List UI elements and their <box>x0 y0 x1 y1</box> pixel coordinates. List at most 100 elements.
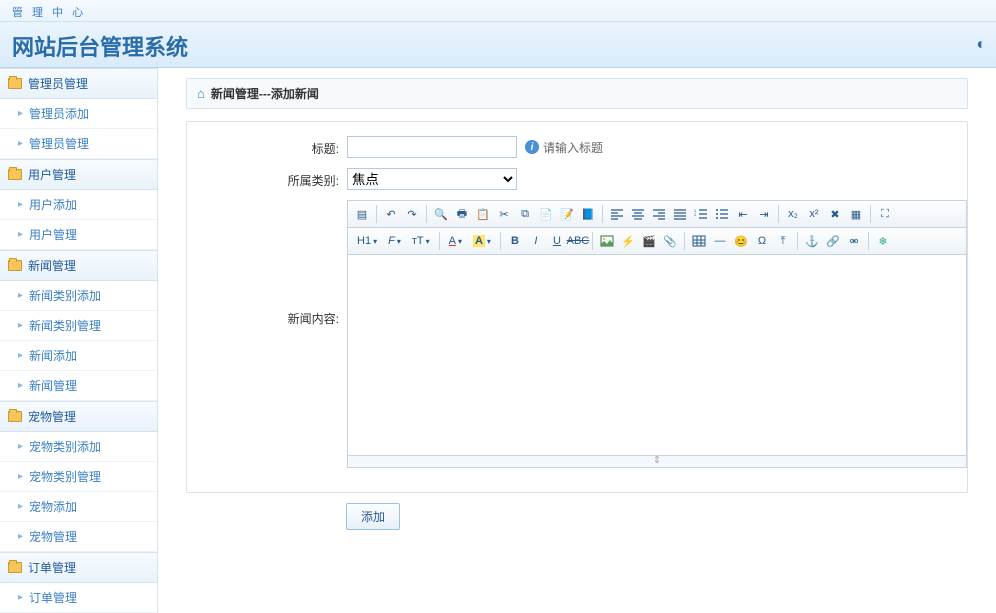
breadcrumb: ⌂ 新闻管理---添加新闻 <box>186 78 968 109</box>
folder-icon <box>8 562 22 573</box>
font-size-select[interactable]: тT▾ <box>407 233 435 249</box>
anchor-icon[interactable]: ⚓ <box>802 231 822 251</box>
breadcrumb-text: 新闻管理---添加新闻 <box>211 85 319 102</box>
clear-format-icon[interactable]: ✖ <box>825 204 845 224</box>
sidebar-item-news-cat-add[interactable]: ▸ 新闻类别添加 <box>0 281 157 311</box>
heading-select[interactable]: H1▾ <box>352 233 382 249</box>
sidebar-item-pet-add[interactable]: ▸宠物添加 <box>0 492 157 522</box>
unordered-list-icon[interactable] <box>712 204 732 224</box>
select-all-icon[interactable]: ▦ <box>846 204 866 224</box>
sidebar-item-label: 新闻类别添加 <box>29 287 101 304</box>
sidebar-item-admin-add[interactable]: ▸ 管理员添加 <box>0 99 157 129</box>
header: 网站后台管理系统 ◐ <box>0 22 996 68</box>
sidebar-item-user-manage[interactable]: ▸用户管理 <box>0 220 157 250</box>
editor-toolbar-row2: H1▾ F▾ тT▾ A▾ A▾ B I U ABC <box>348 228 966 255</box>
bullet-icon: ▸ <box>18 108 23 119</box>
sidebar-item-label: 管理员添加 <box>29 105 89 122</box>
template-icon[interactable]: 📋 <box>473 204 493 224</box>
sidebar-item-pet-manage[interactable]: ▸宠物管理 <box>0 522 157 552</box>
sidebar-group-label: 新闻管理 <box>28 257 76 274</box>
header-icon[interactable]: ◐ <box>976 36 986 54</box>
sidebar-item-news-cat-manage[interactable]: ▸新闻类别管理 <box>0 311 157 341</box>
editor-toolbar-row1: ▤ ↶ ↷ 🔍 🖶 📋 ✂ ⧉ 📄 📝 📘 <box>348 201 966 228</box>
file-icon[interactable]: 📎 <box>660 231 680 251</box>
sidebar-item-user-add[interactable]: ▸用户添加 <box>0 190 157 220</box>
emoticon-icon[interactable]: 😊 <box>731 231 751 251</box>
media-icon[interactable]: 🎬 <box>639 231 659 251</box>
form-panel: 标题: i 请输入标题 所属类别: 焦点 新闻内容: <box>186 121 968 493</box>
print-icon[interactable]: 🖶 <box>452 204 472 224</box>
submit-button[interactable]: 添加 <box>346 503 400 530</box>
sidebar-group-user[interactable]: 用户管理 <box>0 159 157 190</box>
outdent-icon[interactable]: ⇤ <box>733 204 753 224</box>
svg-text:2: 2 <box>694 212 697 217</box>
bullet-icon: ▸ <box>18 199 23 210</box>
sidebar-group-label: 订单管理 <box>28 559 76 576</box>
highlight-select[interactable]: A▾ <box>468 233 496 249</box>
pagebreak-icon[interactable]: ⤒ <box>773 231 793 251</box>
title-hint-text: 请输入标题 <box>543 139 603 156</box>
align-justify-icon[interactable] <box>670 204 690 224</box>
info-icon: i <box>525 140 539 154</box>
content-textarea[interactable] <box>348 255 966 455</box>
sidebar-group-news[interactable]: 新闻管理 <box>0 250 157 281</box>
bullet-icon: ▸ <box>18 290 23 301</box>
title-label: 标题: <box>187 136 347 157</box>
bold-icon[interactable]: B <box>505 231 525 251</box>
paste-text-icon[interactable]: 📝 <box>557 204 577 224</box>
copy-icon[interactable]: ⧉ <box>515 204 535 224</box>
image-icon[interactable] <box>597 231 617 251</box>
rich-editor: ▤ ↶ ↷ 🔍 🖶 📋 ✂ ⧉ 📄 📝 📘 <box>347 200 967 468</box>
sidebar-item-order-manage[interactable]: ▸订单管理 <box>0 583 157 613</box>
strike-icon[interactable]: ABC <box>568 231 588 251</box>
indent-icon[interactable]: ⇥ <box>754 204 774 224</box>
hr-icon[interactable]: — <box>710 231 730 251</box>
cut-icon[interactable]: ✂ <box>494 204 514 224</box>
special-char-icon[interactable]: Ω <box>752 231 772 251</box>
font-color-select[interactable]: A▾ <box>444 233 467 249</box>
italic-icon[interactable]: I <box>526 231 546 251</box>
sidebar-group-label: 宠物管理 <box>28 408 76 425</box>
title-input[interactable] <box>347 136 517 158</box>
main-content: ⌂ 新闻管理---添加新闻 标题: i 请输入标题 所属类别: 焦点 <box>158 68 996 613</box>
editor-resize-handle[interactable]: ⇕ <box>348 455 966 467</box>
sidebar-group-label: 用户管理 <box>28 166 76 183</box>
align-left-icon[interactable] <box>607 204 627 224</box>
sidebar-item-pet-cat-add[interactable]: ▸宠物类别添加 <box>0 432 157 462</box>
undo-icon[interactable]: ↶ <box>381 204 401 224</box>
top-nav: 管 理 中 心 <box>0 0 996 22</box>
editor-body <box>348 255 966 455</box>
underline-icon[interactable]: U <box>547 231 567 251</box>
paste-word-icon[interactable]: 📘 <box>578 204 598 224</box>
sidebar-group-order[interactable]: 订单管理 <box>0 552 157 583</box>
about-icon[interactable]: ❄ <box>873 231 893 251</box>
subscript-icon[interactable]: x₂ <box>783 204 803 224</box>
bullet-icon: ▸ <box>18 592 23 603</box>
page-title: 网站后台管理系统 <box>12 30 984 62</box>
align-center-icon[interactable] <box>628 204 648 224</box>
preview-icon[interactable]: 🔍 <box>431 204 451 224</box>
sidebar-item-label: 宠物管理 <box>29 528 77 545</box>
font-family-select[interactable]: F▾ <box>383 233 406 249</box>
sidebar-group-pet[interactable]: 宠物管理 <box>0 401 157 432</box>
unlink-icon[interactable]: ⚮ <box>844 231 864 251</box>
paste-icon[interactable]: 📄 <box>536 204 556 224</box>
sidebar-item-news-add[interactable]: ▸新闻添加 <box>0 341 157 371</box>
sidebar-item-pet-cat-manage[interactable]: ▸宠物类别管理 <box>0 462 157 492</box>
align-right-icon[interactable] <box>649 204 669 224</box>
sidebar-item-news-manage[interactable]: ▸新闻管理 <box>0 371 157 401</box>
fullscreen-icon[interactable]: ⛶ <box>875 204 895 224</box>
superscript-icon[interactable]: x² <box>804 204 824 224</box>
category-select[interactable]: 焦点 <box>347 168 517 190</box>
link-icon[interactable]: 🔗 <box>823 231 843 251</box>
redo-icon[interactable]: ↷ <box>402 204 422 224</box>
flash-icon[interactable]: ⚡ <box>618 231 638 251</box>
table-icon[interactable] <box>689 231 709 251</box>
sidebar-group-admin[interactable]: 管理员管理 <box>0 68 157 99</box>
sidebar-item-admin-manage[interactable]: ▸管理员管理 <box>0 129 157 159</box>
bullet-icon: ▸ <box>18 380 23 391</box>
ordered-list-icon[interactable]: 12 <box>691 204 711 224</box>
source-icon[interactable]: ▤ <box>352 204 372 224</box>
bullet-icon: ▸ <box>18 501 23 512</box>
sidebar-item-label: 新闻添加 <box>29 347 77 364</box>
